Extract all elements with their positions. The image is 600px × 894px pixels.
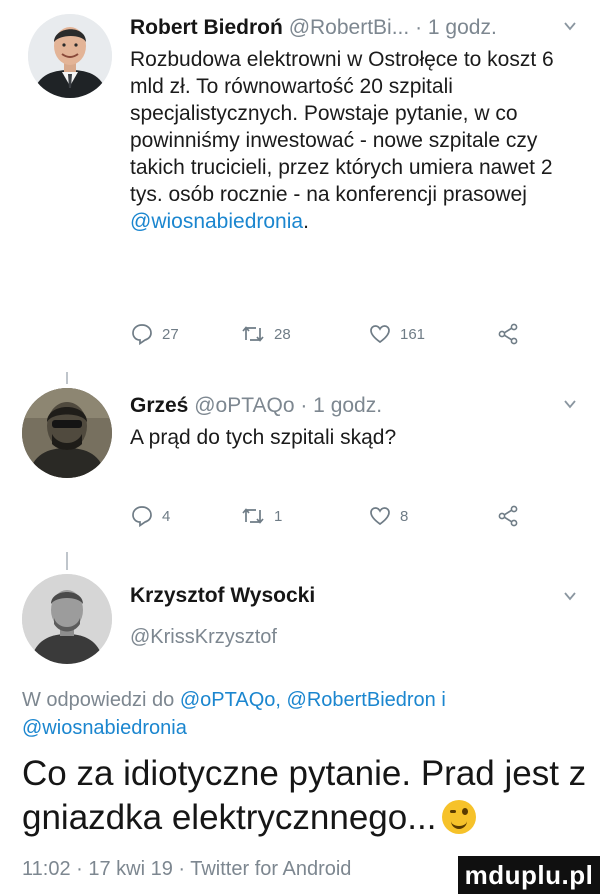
avatar-krzysztof-wysocki[interactable] — [22, 574, 112, 664]
reply-count: 27 — [162, 325, 179, 343]
share-icon — [496, 504, 520, 528]
author-name[interactable]: Robert Biedroń — [130, 16, 283, 39]
reply-prefix: W odpowiedzi do — [22, 689, 175, 711]
reply-icon — [130, 322, 154, 346]
tweet-text-main: Rozbudowa elektrowni w Ostrołęce to kosz… — [130, 48, 554, 206]
author-handle[interactable]: @KrissKrzysztof — [130, 626, 277, 649]
tweet-text: Rozbudowa elektrowni w Ostrołęce to kosz… — [130, 46, 570, 235]
reply-mention[interactable]: @RobertBiedron i — [287, 689, 446, 711]
retweet-count: 28 — [274, 325, 291, 343]
like-count: 161 — [400, 325, 426, 343]
retweet-count: 1 — [274, 507, 283, 525]
tweet-actions: 4 1 8 — [130, 504, 520, 530]
reply-mention[interactable]: @wiosnabiedronia — [22, 717, 187, 739]
like-button[interactable]: 8 — [368, 504, 408, 528]
replying-to: W odpowiedzi do @oPTAQo, @RobertBiedron … — [22, 686, 582, 742]
author-handle[interactable]: @oPTAQo — [194, 394, 294, 417]
wink-emoji-icon — [442, 800, 477, 834]
retweet-icon — [240, 504, 266, 528]
tweet-timestamp-source: 11:02 · 17 kwi 19 · Twitter for Android — [22, 858, 352, 880]
tweet-text-tail: . — [303, 210, 309, 233]
retweet-button[interactable]: 1 — [240, 504, 282, 528]
author-name[interactable]: Grześ — [130, 394, 188, 417]
thread-line — [66, 372, 68, 384]
like-count: 8 — [400, 507, 409, 525]
thread-line — [66, 552, 68, 570]
share-icon — [496, 322, 520, 346]
avatar-robert-biedron[interactable] — [28, 14, 112, 98]
like-icon — [368, 322, 392, 346]
share-button[interactable] — [496, 322, 520, 346]
watermark-logo: mduplu.pl — [458, 856, 600, 894]
chevron-down-icon[interactable] — [562, 18, 578, 39]
author-name[interactable]: Krzysztof Wysocki — [130, 584, 315, 608]
tweet-time: · 1 godz. — [300, 394, 383, 417]
mention-link[interactable]: @wiosnabiedronia — [130, 210, 303, 233]
focused-tweet-body: Co za idiotyczne pytanie. Prad jest z gn… — [22, 754, 587, 837]
tweet-text: A prąd do tych szpitali skąd? — [130, 426, 397, 449]
like-button[interactable]: 161 — [368, 322, 425, 346]
tweet-actions: 27 28 161 — [130, 322, 520, 348]
author-handle[interactable]: @RobertBi... — [289, 16, 410, 39]
reply-icon — [130, 504, 154, 528]
focused-tweet-text: Co za idiotyczne pytanie. Prad jest z gn… — [22, 752, 592, 840]
tweet-header: Grześ @oPTAQo · 1 godz. — [130, 392, 382, 420]
chevron-down-icon[interactable] — [562, 588, 578, 609]
reply-count: 4 — [162, 507, 171, 525]
tweet-header: Robert Biedroń @RobertBi... · 1 godz. — [130, 14, 497, 42]
retweet-icon — [240, 322, 266, 346]
chevron-down-icon[interactable] — [562, 396, 578, 417]
avatar-grzes[interactable] — [22, 388, 112, 478]
retweet-button[interactable]: 28 — [240, 322, 291, 346]
like-icon — [368, 504, 392, 528]
reply-mention[interactable]: @oPTAQo, — [180, 689, 281, 711]
share-button[interactable] — [496, 504, 520, 528]
reply-button[interactable]: 27 — [130, 322, 179, 346]
tweet-time: · 1 godz. — [415, 16, 497, 39]
reply-button[interactable]: 4 — [130, 504, 170, 528]
